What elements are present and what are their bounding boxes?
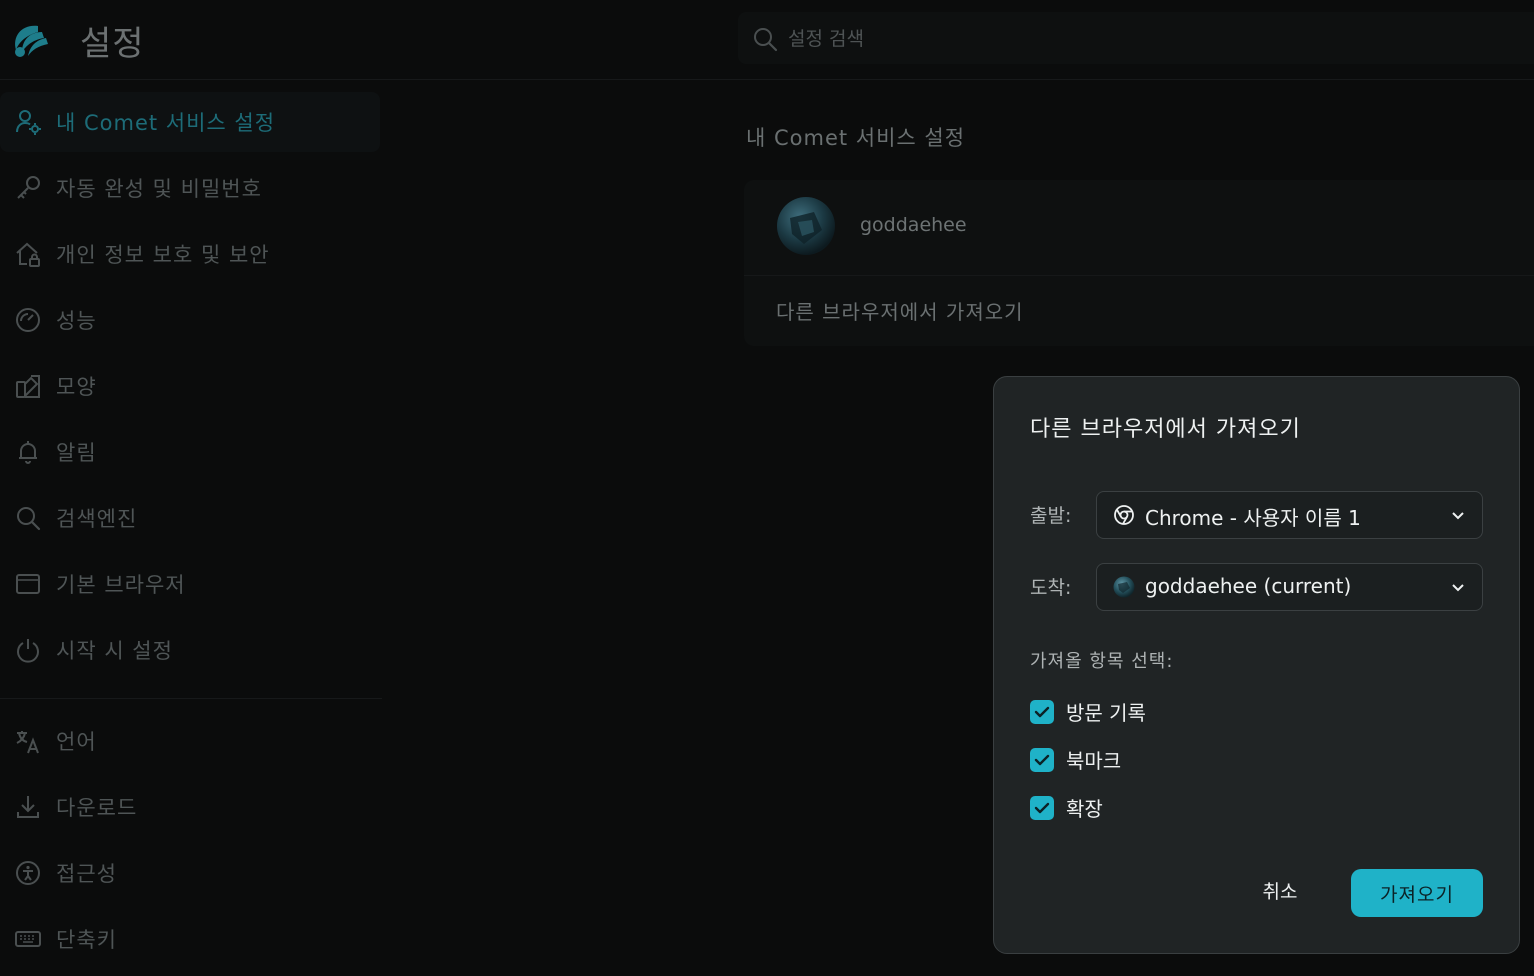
import-from-browser-link[interactable]: 다른 브라우저에서 가져오기: [776, 296, 1024, 325]
sidebar-item-label: 기본 브라우저: [56, 573, 186, 597]
sidebar-item-label: 개인 정보 보호 및 보안: [56, 243, 270, 267]
to-select-value: goddaehee (current): [1145, 574, 1352, 598]
sidebar-item-downloads[interactable]: 다운로드: [0, 777, 380, 837]
power-icon: [14, 636, 42, 664]
chrome-icon: [1113, 504, 1135, 526]
sidebar-item-label: 다운로드: [56, 796, 138, 820]
profile-avatar-icon: [1113, 576, 1135, 598]
header: 설정 설정 검색: [0, 0, 1534, 80]
bell-icon: [14, 438, 42, 466]
sidebar-item-label: 자동 완성 및 비밀번호: [56, 177, 262, 201]
checkbox-label: 방문 기록: [1066, 701, 1146, 725]
translate-icon: [14, 727, 42, 755]
sidebar-item-notifications[interactable]: 알림: [0, 422, 380, 482]
key-icon: [14, 174, 42, 202]
sidebar-item-label: 언어: [56, 730, 97, 754]
search-icon: [14, 504, 42, 532]
sidebar-item-performance[interactable]: 성능: [0, 290, 380, 350]
checkbox-history[interactable]: 방문 기록: [1030, 697, 1330, 725]
sidebar-item-label: 검색엔진: [56, 507, 138, 531]
sidebar-item-label: 알림: [56, 441, 97, 465]
items-label: 가져올 항목 선택:: [1030, 651, 1174, 672]
house-lock-icon: [14, 240, 42, 268]
sidebar-item-autofill[interactable]: 자동 완성 및 비밀번호: [0, 158, 380, 218]
checkbox-extensions[interactable]: 확장: [1030, 793, 1330, 821]
sidebar-item-comet-services[interactable]: 내 Comet 서비스 설정: [0, 92, 380, 152]
search-icon: [752, 26, 778, 52]
sidebar-item-label: 단축키: [56, 928, 117, 952]
palette-icon: [14, 372, 42, 400]
sidebar-item-label: 모양: [56, 375, 97, 399]
gauge-icon: [14, 306, 42, 334]
import-dialog: 다른 브라우저에서 가져오기 출발: Chrome - 사용자 이름 1 도착:: [993, 376, 1520, 954]
settings-search[interactable]: 설정 검색: [738, 12, 1534, 64]
from-select[interactable]: Chrome - 사용자 이름 1: [1096, 491, 1483, 539]
card-divider: [744, 275, 1534, 276]
sidebar-item-label: 내 Comet 서비스 설정: [56, 111, 276, 135]
checkbox-bookmarks[interactable]: 북마크: [1030, 745, 1330, 773]
checkbox-checked-icon[interactable]: [1030, 796, 1054, 820]
sidebar-item-privacy[interactable]: 개인 정보 보호 및 보안: [0, 224, 380, 284]
sidebar-item-label: 접근성: [56, 862, 117, 886]
sidebar-item-appearance[interactable]: 모양: [0, 356, 380, 416]
checkbox-label: 확장: [1066, 797, 1103, 821]
settings-app: 설정 설정 검색 내 Comet 서비스 설정 자동 완성 및 비밀번호 개인 …: [0, 0, 1534, 976]
sidebar-item-shortcuts[interactable]: 단축키: [0, 909, 380, 969]
checkbox-checked-icon[interactable]: [1030, 748, 1054, 772]
sidebar-item-label: 시작 시 설정: [56, 639, 173, 663]
profile-username: goddaehee: [860, 214, 967, 236]
from-select-value: Chrome - 사용자 이름 1: [1145, 506, 1361, 530]
sidebar-item-language[interactable]: 언어: [0, 711, 380, 771]
page-title: 설정: [80, 24, 145, 64]
sidebar-item-on-startup[interactable]: 시작 시 설정: [0, 620, 380, 680]
sidebar-item-search-engine[interactable]: 검색엔진: [0, 488, 380, 548]
profile-card: goddaehee 다른 브라우저에서 가져오기: [744, 180, 1534, 346]
to-label: 도착:: [1030, 577, 1072, 599]
comet-logo-icon: [8, 18, 50, 60]
search-input[interactable]: 설정 검색: [788, 24, 864, 51]
sidebar-item-label: 성능: [56, 309, 97, 333]
chevron-down-icon: [1450, 580, 1466, 596]
sidebar-item-default-browser[interactable]: 기본 브라우저: [0, 554, 380, 614]
accessibility-icon: [14, 859, 42, 887]
download-icon: [14, 793, 42, 821]
checkbox-checked-icon[interactable]: [1030, 700, 1054, 724]
keyboard-icon: [14, 925, 42, 953]
chevron-down-icon: [1450, 508, 1466, 524]
cancel-button[interactable]: 취소: [1244, 869, 1316, 911]
sidebar-divider: [0, 698, 382, 699]
import-button[interactable]: 가져오기: [1351, 869, 1483, 917]
avatar[interactable]: [776, 196, 836, 256]
user-gear-icon: [14, 108, 42, 136]
browser-window-icon: [14, 570, 42, 598]
section-title: 내 Comet 서비스 설정: [746, 126, 966, 150]
sidebar-item-accessibility[interactable]: 접근성: [0, 843, 380, 903]
dialog-title: 다른 브라우저에서 가져오기: [1030, 417, 1301, 442]
from-label: 출발:: [1030, 505, 1072, 527]
checkbox-label: 북마크: [1066, 749, 1122, 773]
sidebar: 내 Comet 서비스 설정 자동 완성 및 비밀번호 개인 정보 보호 및 보…: [0, 90, 384, 976]
to-select[interactable]: goddaehee (current): [1096, 563, 1483, 611]
